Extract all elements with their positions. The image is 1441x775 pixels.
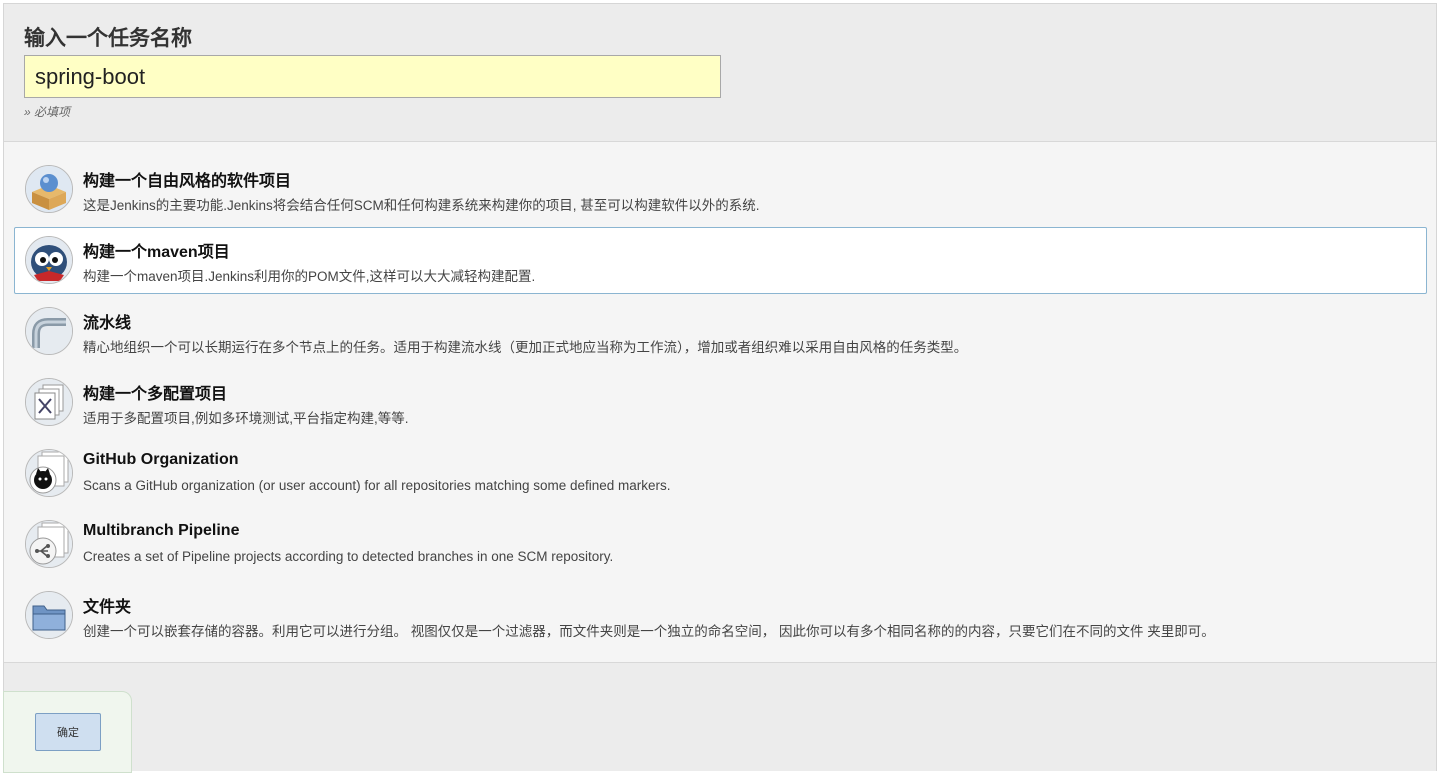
item-type-description: Creates a set of Pipeline projects accor… — [83, 549, 614, 564]
item-type-description: 创建一个可以嵌套存储的容器。利用它可以进行分组。 视图仅仅是一个过滤器，而文件夹… — [83, 624, 1215, 639]
multi-configuration-icon — [25, 378, 73, 426]
item-type-description: Scans a GitHub organization (or user acc… — [83, 478, 671, 493]
item-type-multibranch-pipeline[interactable]: Multibranch Pipeline Creates a set of Pi… — [14, 511, 1427, 578]
item-name-section: 输入一个任务名称 » 必填项 — [4, 4, 1436, 142]
item-name-heading: 输入一个任务名称 — [24, 27, 192, 50]
item-type-pipeline[interactable]: 流水线 精心地组织一个可以长期运行在多个节点上的任务。适用于构建流水线（更加正式… — [14, 298, 1427, 365]
item-type-description: 适用于多配置项目,例如多环境测试,平台指定构建,等等. — [83, 411, 409, 426]
new-item-form: 输入一个任务名称 » 必填项 构建一个自由风格的软件项目 这是Jenkins的主… — [3, 3, 1437, 773]
item-type-list: 构建一个自由风格的软件项目 这是Jenkins的主要功能.Jenkins将会结合… — [4, 156, 1436, 653]
item-type-title: 构建一个maven项目 — [83, 244, 230, 261]
ok-button-panel: 确定 — [3, 691, 132, 773]
item-type-title: 构建一个自由风格的软件项目 — [83, 173, 292, 190]
item-type-title: Multibranch Pipeline — [83, 522, 240, 539]
folder-icon — [25, 591, 73, 639]
github-organization-icon — [25, 449, 73, 497]
ok-button[interactable]: 确定 — [35, 713, 101, 751]
item-type-title: 流水线 — [83, 315, 132, 332]
item-type-description: 构建一个maven项目.Jenkins利用你的POM文件,这样可以大大减轻构建配… — [83, 269, 536, 284]
item-type-title: GitHub Organization — [83, 451, 239, 468]
item-type-description: 这是Jenkins的主要功能.Jenkins将会结合任何SCM和任何构建系统来构… — [83, 198, 760, 213]
item-type-maven[interactable]: 构建一个maven项目 构建一个maven项目.Jenkins利用你的POM文件… — [14, 227, 1427, 294]
item-type-folder[interactable]: 文件夹 创建一个可以嵌套存储的容器。利用它可以进行分组。 视图仅仅是一个过滤器，… — [14, 582, 1427, 649]
maven-project-icon — [25, 236, 73, 284]
multibranch-pipeline-icon — [25, 520, 73, 568]
item-type-github-organization[interactable]: GitHub Organization Scans a GitHub organ… — [14, 440, 1427, 507]
item-type-freestyle[interactable]: 构建一个自由风格的软件项目 这是Jenkins的主要功能.Jenkins将会结合… — [14, 156, 1427, 223]
item-type-title: 文件夹 — [83, 599, 132, 616]
item-name-input[interactable] — [24, 55, 721, 98]
item-type-description: 精心地组织一个可以长期运行在多个节点上的任务。适用于构建流水线（更加正式地应当称… — [83, 340, 968, 355]
pipeline-icon — [25, 307, 73, 355]
item-type-title: 构建一个多配置项目 — [83, 386, 228, 403]
freestyle-project-icon — [25, 165, 73, 213]
item-type-multi-configuration[interactable]: 构建一个多配置项目 适用于多配置项目,例如多环境测试,平台指定构建,等等. — [14, 369, 1427, 436]
form-footer: 确定 — [3, 662, 1436, 773]
required-note: » 必填项 — [24, 105, 71, 119]
